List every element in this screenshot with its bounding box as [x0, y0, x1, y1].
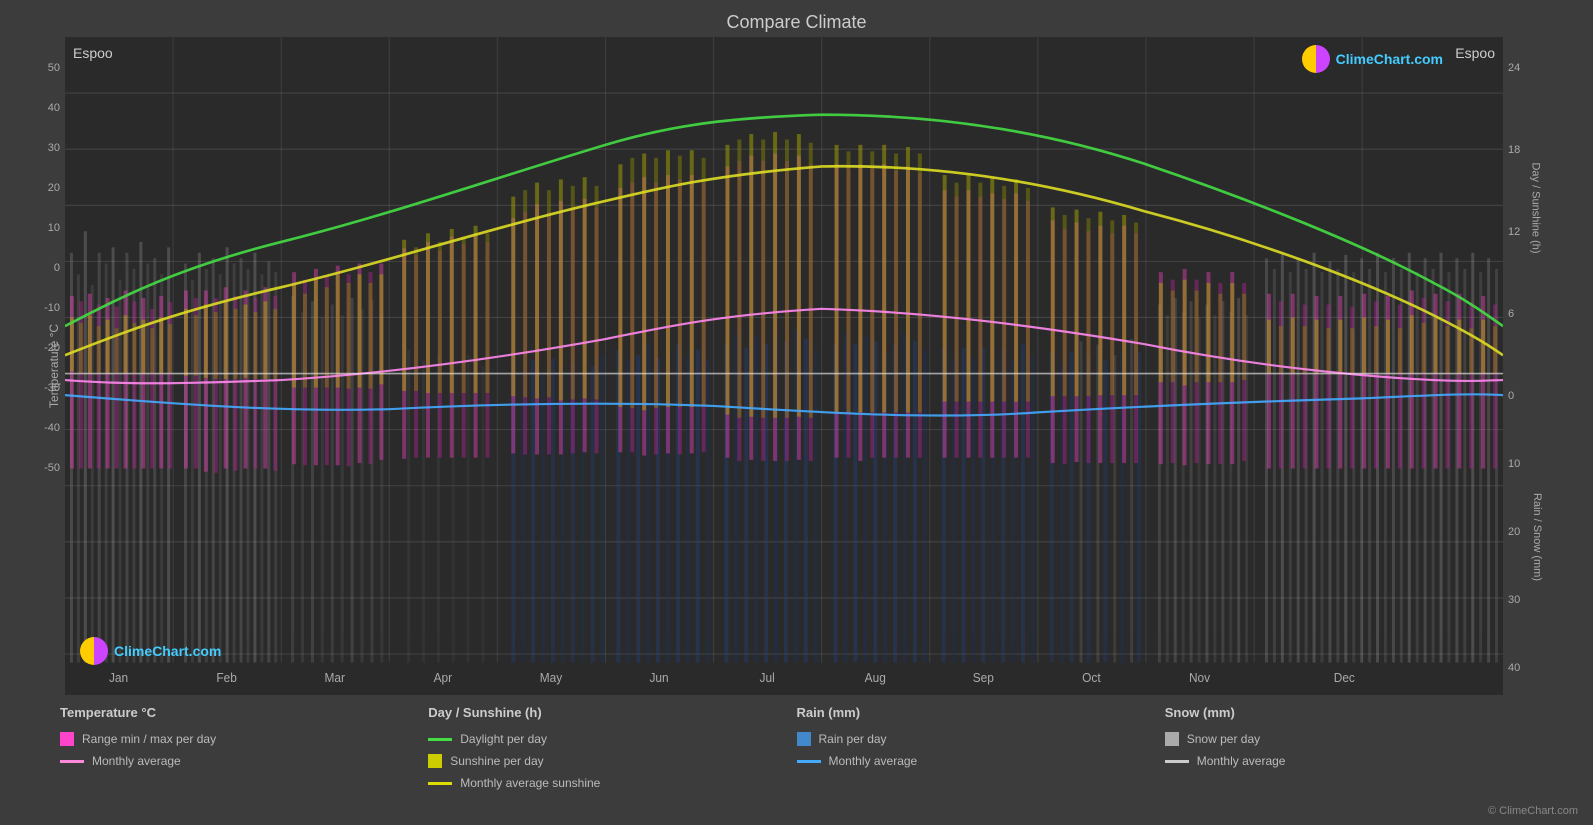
left-tick-n50: -50 — [44, 462, 60, 474]
svg-text:Apr: Apr — [434, 671, 453, 686]
legend-item-daylight: Daylight per day — [428, 732, 796, 746]
legend-swatch-sunshine-avg — [428, 782, 452, 785]
right-tick-6: 6 — [1508, 308, 1514, 320]
svg-text:Jun: Jun — [649, 671, 668, 686]
chart-svg: Jan Feb Mar Apr May Jun Jul Aug Sep Oct … — [65, 37, 1503, 695]
legend-title-temperature: Temperature °C — [60, 705, 428, 720]
left-tick-20: 20 — [48, 182, 60, 194]
city-label-right: Espoo — [1455, 45, 1495, 61]
logo-top-right: ClimeChart.com — [1302, 45, 1443, 73]
logo-bottom-left: ClimeChart.com — [80, 637, 221, 665]
legend-item-temp-avg: Monthly average — [60, 754, 428, 768]
legend-swatch-rain-avg — [797, 760, 821, 763]
svg-text:Nov: Nov — [1189, 671, 1211, 686]
svg-text:Feb: Feb — [216, 671, 237, 686]
chart-plot: Espoo Espoo ClimeChart.com ClimeChart.co… — [65, 37, 1503, 695]
legend-swatch-snow-avg — [1165, 760, 1189, 763]
legend-group-sunshine: Day / Sunshine (h) Daylight per day Suns… — [428, 705, 796, 815]
legend-label-temp-range: Range min / max per day — [82, 732, 216, 746]
legend-swatch-temp-range — [60, 732, 74, 746]
right-tick-12: 12 — [1508, 226, 1520, 238]
legend-swatch-rain-bar — [797, 732, 811, 746]
legend-item-temp-range: Range min / max per day — [60, 732, 428, 746]
svg-text:May: May — [540, 671, 563, 686]
left-tick-n10: -10 — [44, 302, 60, 314]
chart-title: Compare Climate — [0, 0, 1593, 37]
legend-label-temp-avg: Monthly average — [92, 754, 181, 768]
right-axis-label-sunshine: Day / Sunshine (h) — [1529, 162, 1541, 253]
left-tick-10: 10 — [48, 222, 60, 234]
svg-text:Jan: Jan — [109, 671, 128, 686]
copyright: © ClimeChart.com — [1488, 805, 1578, 817]
right-tick-r20: 20 — [1508, 526, 1520, 538]
city-label-left: Espoo — [73, 45, 113, 61]
svg-text:Sep: Sep — [973, 671, 994, 686]
logo-text-top: ClimeChart.com — [1336, 51, 1443, 67]
legend-swatch-temp-avg — [60, 760, 84, 763]
left-tick-n40: -40 — [44, 422, 60, 434]
legend-label-snow-avg: Monthly average — [1197, 754, 1286, 768]
legend-item-rain-avg: Monthly average — [797, 754, 1165, 768]
legend-group-temperature: Temperature °C Range min / max per day M… — [60, 705, 428, 815]
svg-text:Aug: Aug — [865, 671, 886, 686]
left-tick-40: 40 — [48, 102, 60, 114]
right-axis-label-rain: Rain / Snow (mm) — [1531, 492, 1543, 580]
legend-label-rain-avg: Monthly average — [829, 754, 918, 768]
left-axis-label: Temperature °C — [47, 324, 61, 408]
right-tick-18: 18 — [1508, 144, 1520, 156]
legend-title-rain: Rain (mm) — [797, 705, 1165, 720]
logo-icon-bottom — [80, 637, 108, 665]
right-tick-r10: 10 — [1508, 458, 1520, 470]
legend-label-sunshine-bar: Sunshine per day — [450, 754, 543, 768]
right-tick-r30: 30 — [1508, 594, 1520, 606]
legend-item-rain-bar: Rain per day — [797, 732, 1165, 746]
legend-label-rain-bar: Rain per day — [819, 732, 887, 746]
svg-text:Oct: Oct — [1082, 671, 1101, 686]
legend-swatch-daylight — [428, 738, 452, 741]
legend-title-snow: Snow (mm) — [1165, 705, 1533, 720]
legend-swatch-snow-bar — [1165, 732, 1179, 746]
legend-title-sunshine: Day / Sunshine (h) — [428, 705, 796, 720]
logo-icon-top — [1302, 45, 1330, 73]
legend-item-snow-bar: Snow per day — [1165, 732, 1533, 746]
legend-label-sunshine-avg: Monthly average sunshine — [460, 776, 600, 790]
legend-label-snow-bar: Snow per day — [1187, 732, 1260, 746]
legend-item-sunshine-bar: Sunshine per day — [428, 754, 796, 768]
right-tick-r40: 40 — [1508, 662, 1520, 674]
left-tick-30: 30 — [48, 142, 60, 154]
legend-swatch-sunshine-bar — [428, 754, 442, 768]
logo-text-bottom: ClimeChart.com — [114, 643, 221, 659]
svg-text:Dec: Dec — [1334, 671, 1355, 686]
legend-area: Temperature °C Range min / max per day M… — [0, 695, 1593, 825]
right-tick-24: 24 — [1508, 62, 1520, 74]
legend-item-snow-avg: Monthly average — [1165, 754, 1533, 768]
page-wrapper: Compare Climate Temperature °C 50 40 30 … — [0, 0, 1593, 825]
svg-text:Jul: Jul — [760, 671, 775, 686]
svg-text:Mar: Mar — [325, 671, 345, 686]
legend-group-rain: Rain (mm) Rain per day Monthly average — [797, 705, 1165, 815]
left-tick-50: 50 — [48, 62, 60, 74]
legend-label-daylight: Daylight per day — [460, 732, 547, 746]
legend-item-sunshine-avg: Monthly average sunshine — [428, 776, 796, 790]
left-tick-0: 0 — [54, 262, 60, 274]
chart-area: Temperature °C 50 40 30 20 10 0 -10 -20 … — [10, 37, 1583, 695]
legend-group-snow: Snow (mm) Snow per day Monthly average ©… — [1165, 705, 1533, 815]
right-tick-0: 0 — [1508, 390, 1514, 402]
